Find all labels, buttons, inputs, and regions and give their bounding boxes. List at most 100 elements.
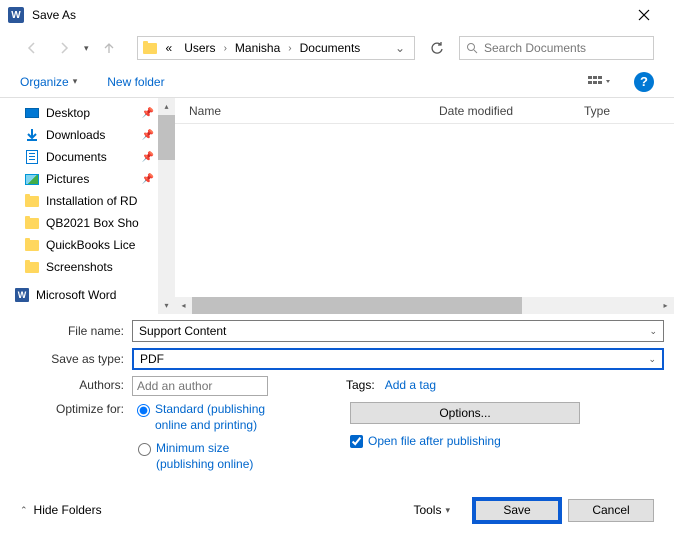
sidebar-scrollbar[interactable]: ▴ ▾ [158, 98, 175, 314]
optimize-standard-radio[interactable] [137, 404, 150, 417]
desktop-icon [24, 105, 40, 121]
folder-icon [142, 40, 158, 56]
sidebar-item-word[interactable]: WMicrosoft Word [12, 284, 156, 306]
filename-input[interactable]: Support Content ⌄ [132, 320, 664, 342]
column-date[interactable]: Date modified [439, 104, 584, 118]
optimize-minimum-label[interactable]: Minimum size (publishing online) [156, 441, 286, 472]
window-title: Save As [32, 8, 621, 22]
search-icon [466, 42, 478, 54]
breadcrumb-part[interactable]: Manisha [231, 39, 284, 57]
chevron-down-icon: ▾ [445, 505, 450, 516]
sidebar-item-desktop[interactable]: Desktop📌 [22, 102, 156, 124]
save-button[interactable]: Save [474, 499, 560, 522]
optimize-minimum-radio[interactable] [138, 443, 151, 456]
scroll-down-button[interactable]: ▾ [158, 297, 175, 314]
sidebar-item-label: Desktop [46, 106, 90, 120]
back-arrow-icon [25, 41, 39, 55]
chevron-down-icon[interactable]: ⌄ [649, 326, 657, 337]
open-after-label[interactable]: Open file after publishing [368, 434, 501, 448]
sidebar-item-label: Screenshots [46, 260, 113, 274]
sidebar-item-label: Downloads [46, 128, 105, 142]
authors-input[interactable] [132, 376, 268, 396]
sidebar-item-folder[interactable]: QB2021 Box Sho [22, 212, 156, 234]
filename-label: File name: [10, 324, 132, 338]
sidebar-item-folder[interactable]: QuickBooks Lice [22, 234, 156, 256]
view-mode-button[interactable] [588, 75, 610, 89]
sidebar-item-label: Microsoft Word [36, 288, 116, 302]
folder-icon [24, 237, 40, 253]
savetype-value: PDF [140, 352, 164, 366]
search-placeholder: Search Documents [484, 41, 586, 55]
refresh-icon [430, 41, 444, 55]
folder-icon [24, 259, 40, 275]
footer: ⌃ Hide Folders Tools ▾ Save Cancel [0, 488, 674, 532]
chevron-right-icon: › [224, 43, 227, 54]
document-icon [24, 149, 40, 165]
folder-icon [24, 193, 40, 209]
sidebar-item-documents[interactable]: Documents 📌 [22, 146, 156, 168]
savetype-select[interactable]: PDF ⌄ [132, 348, 664, 370]
sidebar-item-folder[interactable]: Screenshots [22, 256, 156, 278]
pictures-icon [24, 171, 40, 187]
scroll-right-button[interactable]: ▸ [657, 297, 674, 314]
up-button[interactable] [97, 36, 121, 60]
column-name[interactable]: Name [189, 104, 439, 118]
address-bar[interactable]: « Users › Manisha › Documents ⌄ [137, 36, 415, 60]
view-list-icon [588, 75, 610, 89]
filelist-h-scrollbar[interactable]: ◂ ▸ [175, 297, 674, 314]
options-button[interactable]: Options... [350, 402, 580, 424]
word-app-icon: W [8, 7, 24, 23]
filename-value: Support Content [139, 324, 226, 338]
up-arrow-icon [102, 41, 116, 55]
scroll-thumb[interactable] [192, 297, 522, 314]
pin-icon: 📌 [142, 130, 154, 141]
breadcrumb-part[interactable]: Documents [296, 39, 365, 57]
tools-menu[interactable]: Tools ▾ [413, 503, 450, 517]
chevron-down-icon[interactable]: ⌄ [648, 354, 656, 365]
help-button[interactable]: ? [634, 72, 654, 92]
back-button[interactable] [20, 36, 44, 60]
file-list: Name Date modified Type ◂ ▸ [175, 98, 674, 314]
history-dropdown[interactable]: ▾ [84, 43, 89, 54]
organize-menu[interactable]: Organize▾ [20, 75, 77, 89]
optimize-standard-label[interactable]: Standard (publishing online and printing… [155, 402, 295, 433]
sidebar-item-pictures[interactable]: Pictures📌 [22, 168, 156, 190]
close-icon [638, 9, 650, 21]
savetype-label: Save as type: [10, 352, 132, 366]
pin-icon: 📌 [142, 152, 154, 163]
sidebar-item-downloads[interactable]: Downloads 📌 [22, 124, 156, 146]
nav-bar: ▾ « Users › Manisha › Documents ⌄ Search… [0, 30, 674, 66]
open-after-checkbox[interactable] [350, 435, 363, 448]
breadcrumb-part[interactable]: Users [180, 39, 219, 57]
scroll-up-button[interactable]: ▴ [158, 98, 175, 115]
tags-label: Tags: [346, 376, 385, 392]
refresh-button[interactable] [423, 36, 451, 60]
breadcrumb-root[interactable]: « [162, 39, 177, 57]
download-icon [24, 127, 40, 143]
nav-tree: Desktop📌 Downloads 📌 Documents 📌 Pictures📌… [0, 98, 158, 314]
optimize-label: Optimize for: [24, 402, 132, 416]
address-dropdown[interactable]: ⌄ [390, 41, 410, 55]
sidebar-item-folder[interactable]: Installation of RD [22, 190, 156, 212]
scroll-left-button[interactable]: ◂ [175, 297, 192, 314]
chevron-up-icon: ⌃ [20, 505, 28, 516]
sidebar-item-label: Pictures [46, 172, 89, 186]
tools-label: Tools [413, 503, 441, 517]
search-input[interactable]: Search Documents [459, 36, 654, 60]
file-list-body[interactable] [175, 124, 674, 297]
add-tag-link[interactable]: Add a tag [385, 376, 436, 392]
close-button[interactable] [621, 0, 666, 30]
scroll-thumb[interactable] [158, 115, 175, 160]
sidebar-item-label: Documents [46, 150, 107, 164]
folder-icon [24, 215, 40, 231]
titlebar: W Save As [0, 0, 674, 30]
hide-folders-button[interactable]: ⌃ Hide Folders [20, 503, 102, 517]
authors-label: Authors: [10, 376, 132, 392]
cancel-button[interactable]: Cancel [568, 499, 654, 522]
column-type[interactable]: Type [584, 104, 660, 118]
sidebar-item-label: QuickBooks Lice [46, 238, 135, 252]
forward-button[interactable] [52, 36, 76, 60]
hide-folders-label: Hide Folders [34, 503, 102, 517]
forward-arrow-icon [57, 41, 71, 55]
new-folder-button[interactable]: New folder [107, 75, 164, 89]
